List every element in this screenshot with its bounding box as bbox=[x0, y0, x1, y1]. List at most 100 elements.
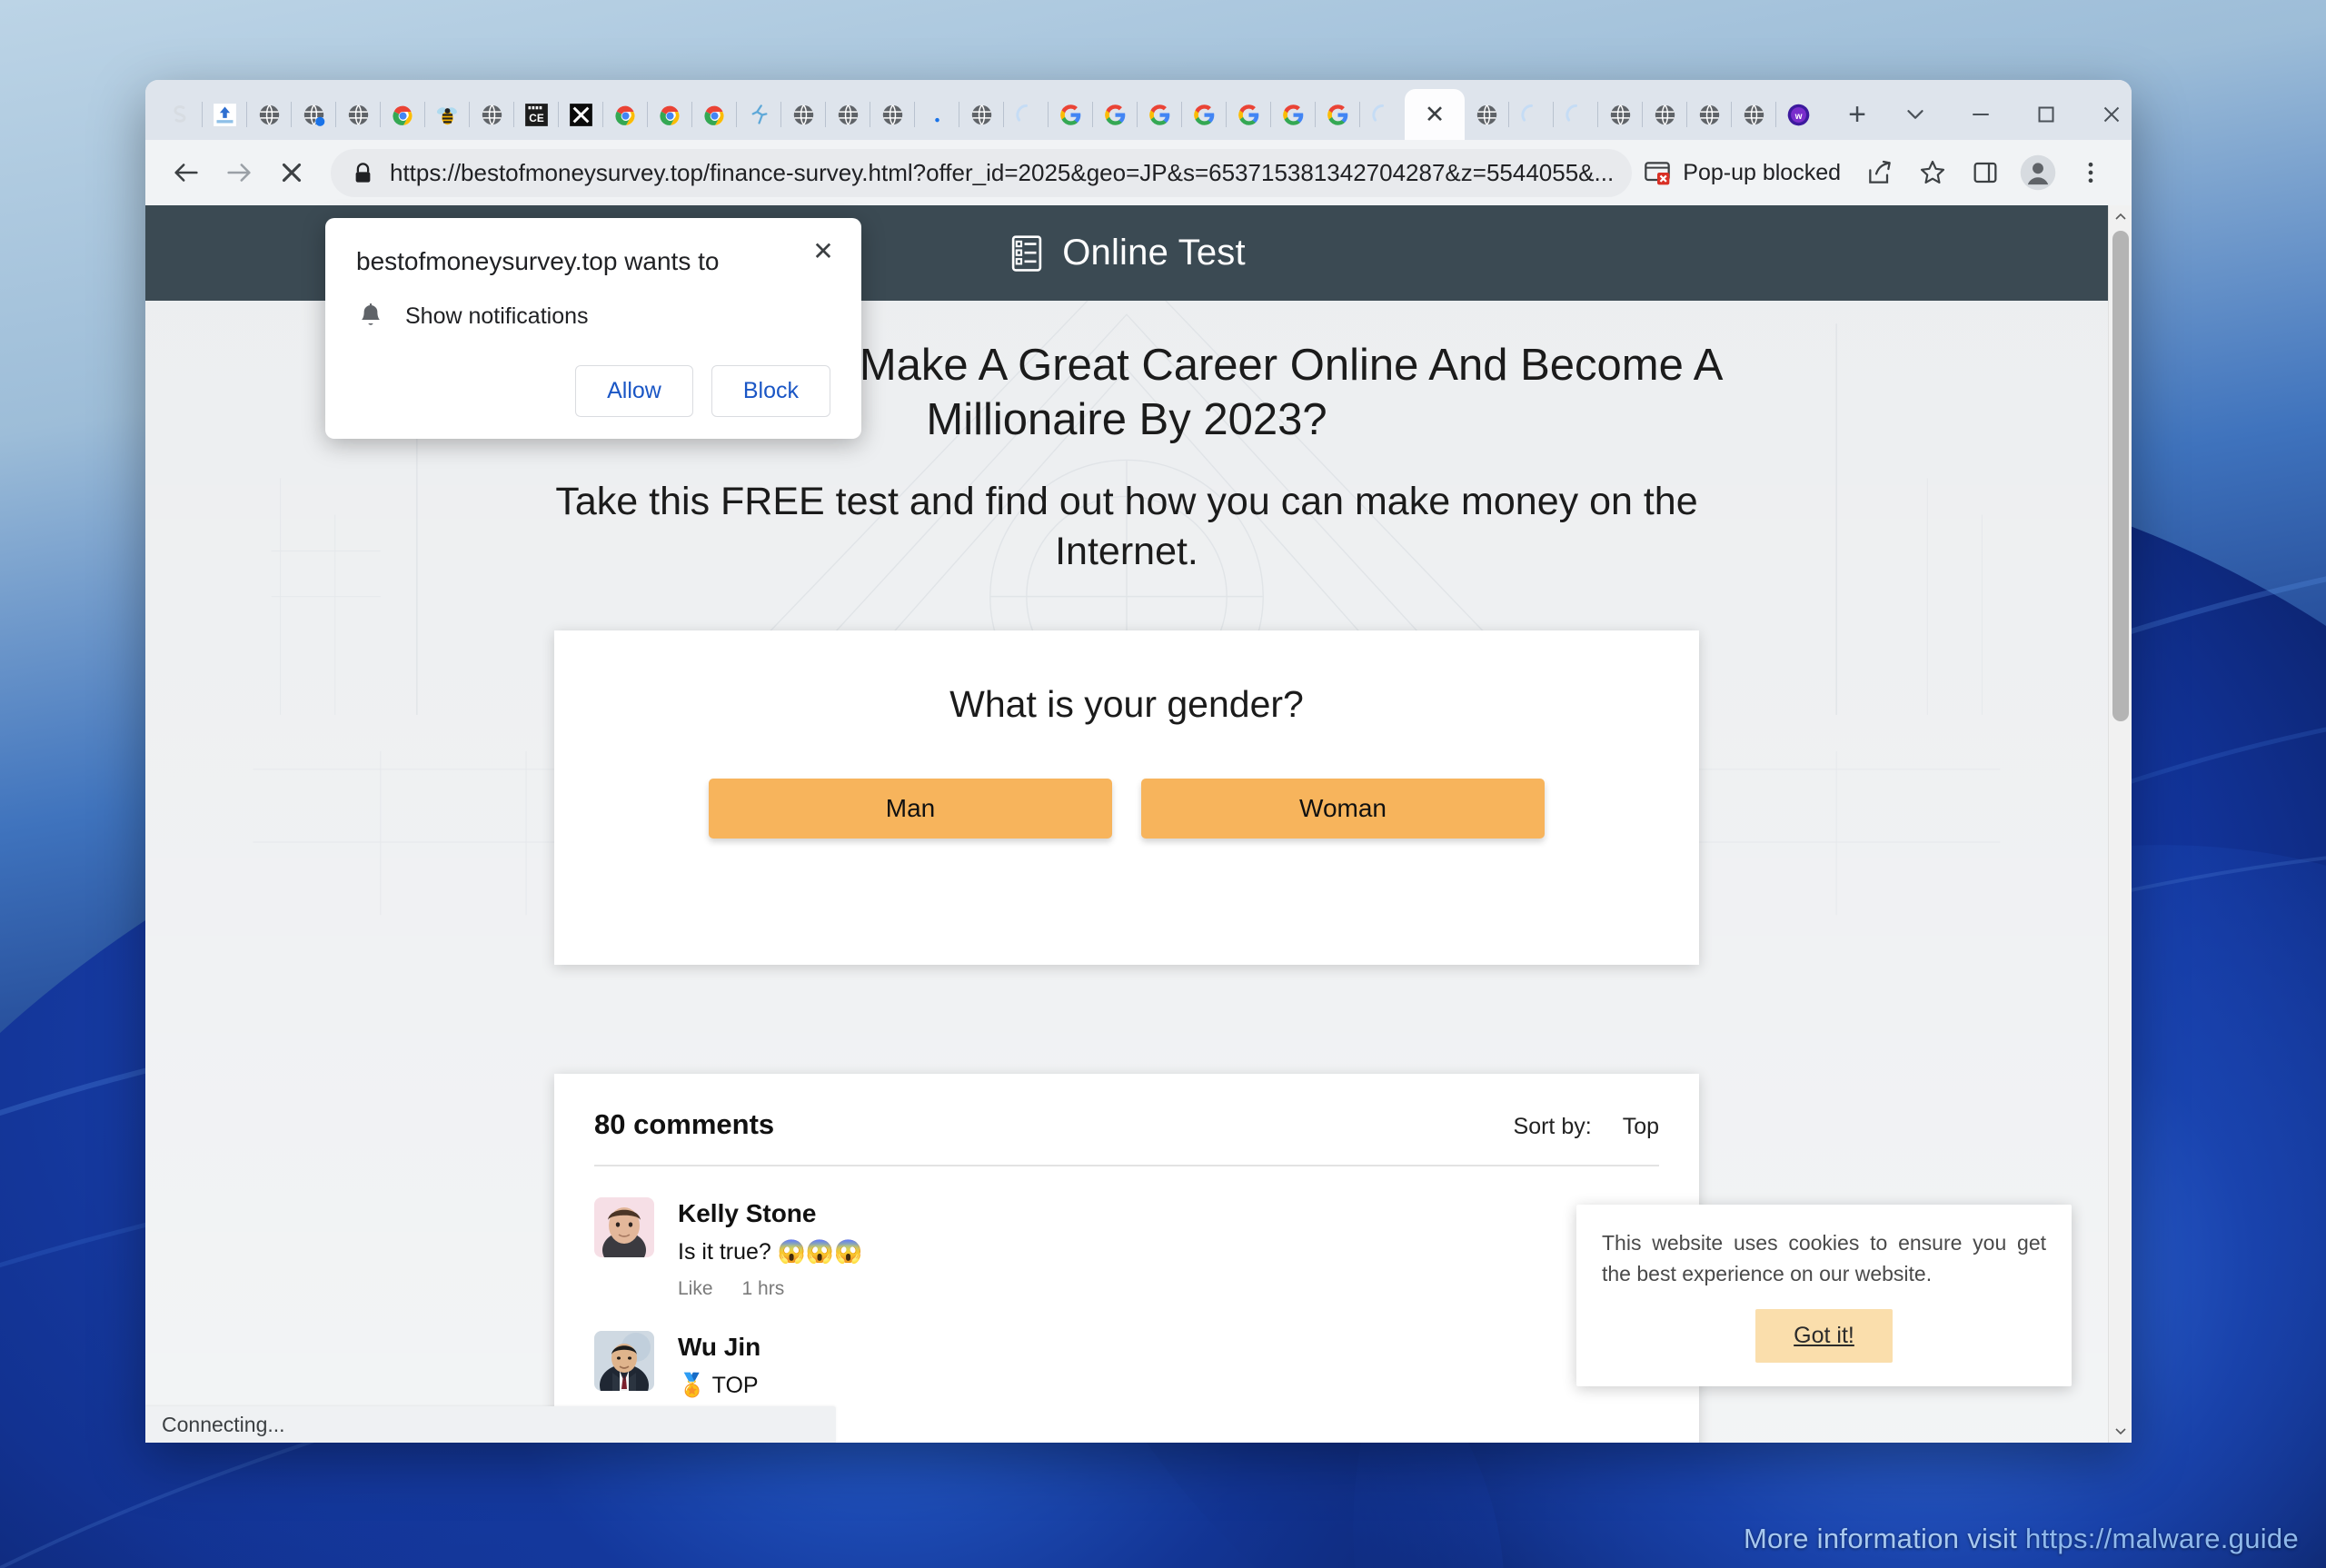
svg-text:w: w bbox=[1794, 112, 1803, 122]
bookmark-blue-icon bbox=[214, 103, 236, 126]
watermark-prefix: More information visit bbox=[1743, 1523, 2026, 1554]
tab-bookmark-blue[interactable] bbox=[203, 89, 247, 140]
close-icon bbox=[2103, 106, 2120, 123]
tab-purple-w[interactable]: w bbox=[1776, 89, 1821, 140]
comment-like-button[interactable]: Like bbox=[678, 1278, 713, 1300]
block-button[interactable]: Block bbox=[711, 365, 830, 417]
tab-scribd[interactable] bbox=[158, 89, 203, 140]
comment-text: Is it true? 😱😱😱 bbox=[678, 1239, 863, 1265]
tab-dot[interactable] bbox=[915, 89, 959, 140]
tab-search-button[interactable] bbox=[1883, 89, 1948, 140]
side-panel-icon bbox=[1973, 162, 1997, 184]
survey-option-man[interactable]: Man bbox=[709, 779, 1112, 839]
globe-icon bbox=[793, 104, 814, 125]
scrollbar-thumb[interactable] bbox=[2112, 231, 2129, 721]
tab-google-6[interactable] bbox=[1271, 89, 1316, 140]
comments-count: 80 comments bbox=[594, 1108, 775, 1141]
google-icon bbox=[1149, 104, 1170, 125]
tab-google-1[interactable] bbox=[1049, 89, 1093, 140]
allow-button[interactable]: Allow bbox=[575, 365, 693, 417]
tab-chrome-4[interactable] bbox=[692, 89, 737, 140]
chrome-icon bbox=[660, 105, 680, 125]
comment-text: 🏅 TOP bbox=[678, 1373, 759, 1399]
tab-globe-10[interactable] bbox=[1643, 89, 1687, 140]
cookie-accept-button[interactable]: Got it! bbox=[1755, 1309, 1893, 1363]
tab-globe-2[interactable] bbox=[336, 89, 381, 140]
new-tab-button[interactable]: + bbox=[1832, 89, 1883, 140]
stop-loading-button[interactable] bbox=[265, 146, 318, 199]
cookie-consent-banner: This website uses cookies to ensure you … bbox=[1576, 1205, 2072, 1386]
tab-globe-7[interactable] bbox=[959, 89, 1004, 140]
globe-icon bbox=[1655, 104, 1675, 125]
popup-blocked-indicator[interactable]: Pop-up blocked bbox=[1643, 158, 1841, 187]
google-icon bbox=[1194, 104, 1215, 125]
tab-globe-6[interactable] bbox=[870, 89, 915, 140]
bell-icon bbox=[362, 303, 380, 325]
tab-loading-4[interactable] bbox=[1554, 89, 1598, 140]
share-button[interactable] bbox=[1856, 149, 1904, 196]
sort-by-value[interactable]: Top bbox=[1623, 1114, 1659, 1140]
tab-active-survey[interactable]: ✕ bbox=[1405, 89, 1465, 140]
maximize-button[interactable] bbox=[2013, 89, 2079, 140]
tab-google-4[interactable] bbox=[1182, 89, 1227, 140]
minimize-button[interactable] bbox=[1948, 89, 2013, 140]
google-icon bbox=[1327, 104, 1348, 125]
close-icon[interactable]: ✕ bbox=[1425, 103, 1446, 127]
svg-text:CE: CE bbox=[529, 111, 544, 124]
tab-globe-1[interactable] bbox=[247, 89, 292, 140]
tab-loading-3[interactable] bbox=[1509, 89, 1554, 140]
tab-chrome-1[interactable] bbox=[381, 89, 425, 140]
tab-ce[interactable]: CE bbox=[514, 89, 559, 140]
scroll-down-arrow[interactable] bbox=[2109, 1419, 2132, 1443]
tab-globe-3[interactable] bbox=[470, 89, 514, 140]
status-text: Connecting... bbox=[162, 1412, 285, 1436]
tab-chrome-2[interactable] bbox=[603, 89, 648, 140]
survey-options: Man Woman bbox=[609, 779, 1645, 839]
tab-google-3[interactable] bbox=[1138, 89, 1182, 140]
comment-meta: Like 1 hrs bbox=[678, 1278, 862, 1300]
back-arrow-icon bbox=[174, 164, 198, 182]
tab-google-7[interactable] bbox=[1316, 89, 1360, 140]
tab-globe-8[interactable] bbox=[1465, 89, 1509, 140]
survey-card: What is your gender? Man Woman bbox=[554, 630, 1699, 966]
comments-sort[interactable]: Sort by: Top bbox=[1514, 1114, 1659, 1140]
tab-globe-4[interactable] bbox=[781, 89, 826, 140]
globe-icon bbox=[838, 104, 859, 125]
globe-icon bbox=[482, 104, 502, 125]
share-icon bbox=[1869, 160, 1891, 184]
tab-globe-5[interactable] bbox=[826, 89, 870, 140]
globe-icon bbox=[1476, 104, 1497, 125]
window-controls bbox=[1883, 89, 2132, 140]
close-icon[interactable]: ✕ bbox=[805, 233, 841, 269]
tab-loading-2[interactable] bbox=[1360, 89, 1405, 140]
bookmark-button[interactable] bbox=[1909, 149, 1956, 196]
tab-x[interactable] bbox=[559, 89, 603, 140]
chevron-down-icon bbox=[1907, 110, 1923, 119]
forward-button[interactable] bbox=[213, 146, 265, 199]
tab-bee[interactable] bbox=[425, 89, 470, 140]
tab-google-5[interactable] bbox=[1227, 89, 1271, 140]
tab-google-2[interactable] bbox=[1093, 89, 1138, 140]
address-bar[interactable]: https://bestofmoneysurvey.top/finance-su… bbox=[331, 148, 1633, 197]
close-window-button[interactable] bbox=[2079, 89, 2132, 140]
back-button[interactable] bbox=[160, 146, 213, 199]
profile-button[interactable] bbox=[2014, 149, 2062, 196]
bee-icon bbox=[436, 106, 457, 124]
page-scrollbar[interactable] bbox=[2108, 205, 2132, 1443]
tab-chrome-3[interactable] bbox=[648, 89, 692, 140]
side-panel-button[interactable] bbox=[1962, 149, 2009, 196]
scroll-up-arrow[interactable] bbox=[2109, 205, 2132, 229]
survey-option-woman[interactable]: Woman bbox=[1141, 779, 1545, 839]
spinner-icon bbox=[1372, 104, 1384, 122]
permission-label: Show notifications bbox=[405, 303, 589, 329]
tab-globe-9[interactable] bbox=[1598, 89, 1643, 140]
x-icon bbox=[570, 103, 592, 126]
comment-author: Wu Jin bbox=[678, 1333, 761, 1362]
browser-menu-button[interactable] bbox=[2067, 149, 2114, 196]
tab-globe-11[interactable] bbox=[1687, 89, 1732, 140]
tab-globe-12[interactable] bbox=[1732, 89, 1776, 140]
tab-runner[interactable] bbox=[737, 89, 781, 140]
tab-loading-1[interactable] bbox=[1004, 89, 1049, 140]
tab-globe-badge[interactable] bbox=[292, 89, 336, 140]
google-icon bbox=[1105, 104, 1126, 125]
